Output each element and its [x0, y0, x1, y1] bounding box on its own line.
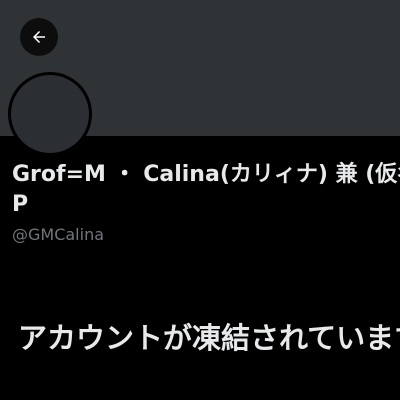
- avatar[interactable]: [11, 75, 89, 153]
- user-handle: @GMCalina: [12, 225, 105, 244]
- account-suspended-title: アカウントが凍結されています: [18, 321, 400, 355]
- display-name: Grof=M ・ Calina(カリィナ) 兼 (仮名P: [12, 162, 400, 217]
- back-button[interactable]: [20, 18, 58, 56]
- avatar-border: [8, 72, 92, 156]
- arrow-left-icon: [33, 31, 45, 43]
- profile-page: Grof=M ・ Calina(カリィナ) 兼 (仮名P @GMCalina ア…: [0, 0, 400, 400]
